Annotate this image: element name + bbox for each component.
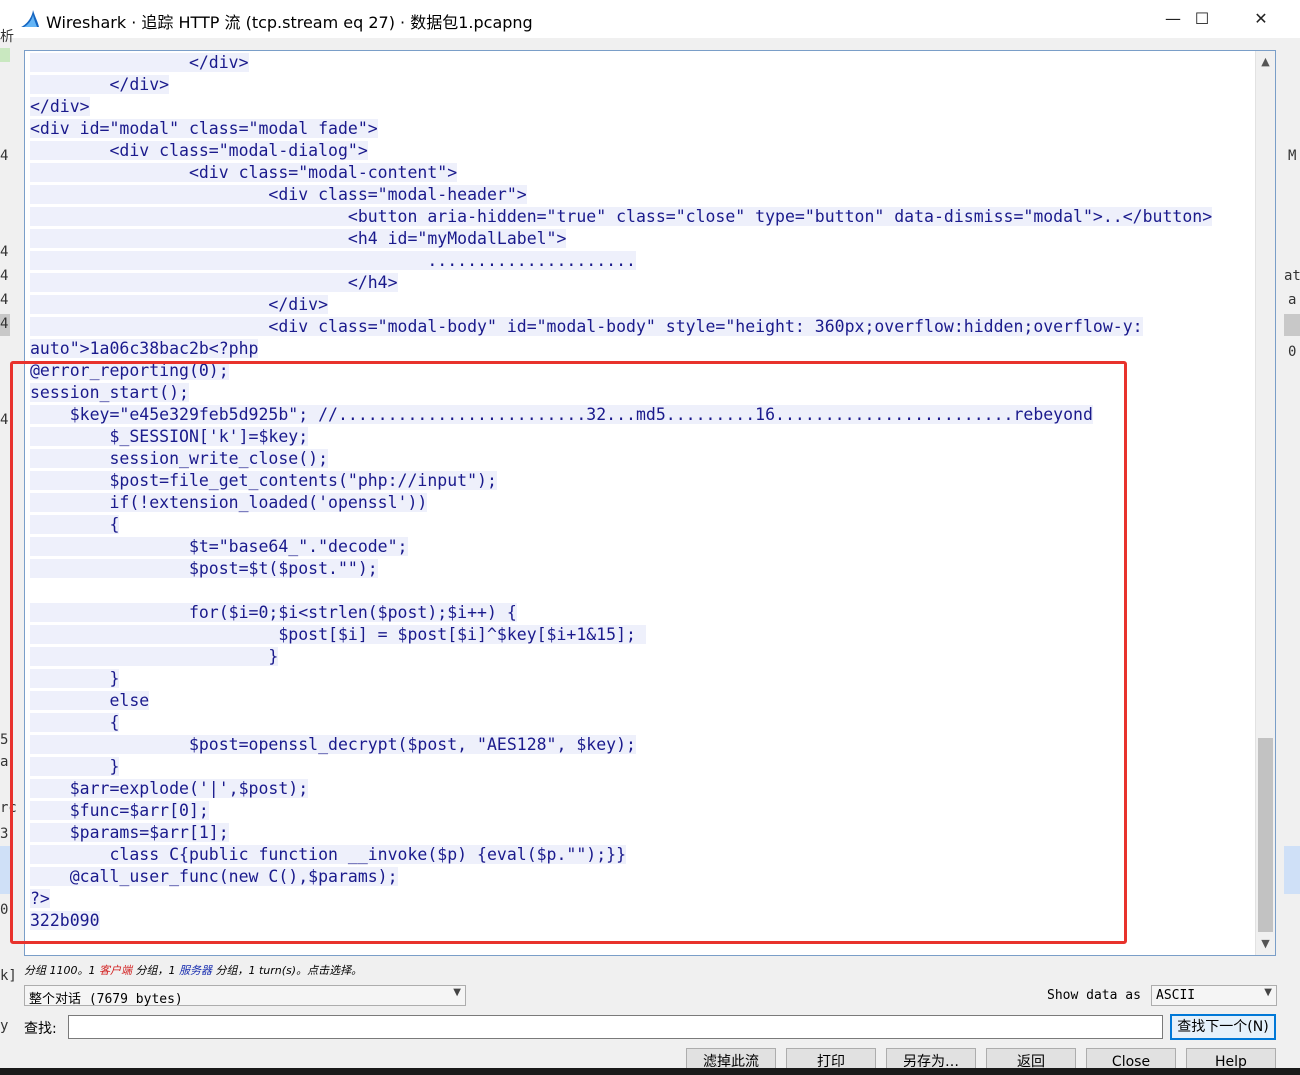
stream-line-text: </div> — [30, 295, 329, 314]
packet-summary[interactable]: 分组 1100。1 客户端 分组，1 服务器 分组，1 turn(s)。点击选择… — [24, 962, 362, 978]
stream-line-text: <div class="modal-content"> — [30, 163, 458, 182]
find-input[interactable] — [68, 1015, 1163, 1039]
background-text-fragment: a — [0, 754, 9, 770]
taskbar-edge — [0, 1068, 1300, 1075]
background-text-fragment: 4 — [0, 412, 9, 428]
stream-line-text: <div class="modal-header"> — [30, 185, 527, 204]
scroll-up-arrow-icon[interactable]: ▲ — [1256, 53, 1275, 71]
stream-line-text: <div class="modal-dialog"> — [30, 141, 368, 160]
background-text-fragment: 4 — [0, 316, 9, 332]
background-text-fragment: M — [1288, 148, 1297, 164]
stream-line: <div class="modal-body" id="modal-body" … — [30, 316, 1212, 338]
stream-line: </h4> — [30, 272, 1212, 294]
stream-line-text: </h4> — [30, 273, 398, 292]
stream-line-text: </div> — [30, 53, 249, 72]
stream-line: <div class="modal-header"> — [30, 184, 1212, 206]
vertical-scrollbar[interactable]: ▲ ▼ — [1255, 51, 1275, 955]
background-text-fragment: 析 — [0, 29, 14, 45]
background-text-fragment: 0 — [0, 902, 9, 918]
stream-line: <h4 id="myModalLabel"> — [30, 228, 1212, 250]
stream-line: auto">1a06c38bac2b<?php — [30, 338, 1212, 360]
stream-line: </div> — [30, 52, 1212, 74]
find-next-button[interactable]: 查找下一个(N) — [1170, 1014, 1276, 1040]
window-title: Wireshark · 追踪 HTTP 流 (tcp.stream eq 27)… — [46, 13, 533, 32]
show-data-label: Show data as — [1047, 988, 1141, 1003]
chevron-down-icon: ▼ — [1264, 987, 1272, 998]
background-text-fragment: at — [1284, 268, 1300, 284]
annotation-highlight-box — [10, 361, 1127, 944]
close-window-button[interactable]: ✕ — [1232, 0, 1290, 38]
client-label: 客户端 — [99, 964, 132, 977]
status-prefix: 分组 1100。1 — [24, 964, 99, 977]
find-label: 查找: — [24, 1021, 57, 1037]
scrollbar-thumb[interactable] — [1258, 738, 1273, 932]
server-label: 服务器 — [179, 964, 212, 977]
status-suffix: 分组，1 turn(s)。点击选择。 — [212, 964, 363, 977]
conversation-select-value: 整个对话 (7679 bytes) — [29, 992, 183, 1007]
stream-line: <div class="modal-content"> — [30, 162, 1212, 184]
background-text-fragment: 3 — [0, 826, 9, 842]
background-text-fragment: 5 — [0, 732, 9, 748]
stream-line-text: </div> — [30, 97, 90, 116]
stream-line-text: <div id="modal" class="modal fade"> — [30, 119, 378, 138]
conversation-select[interactable]: 整个对话 (7679 bytes) ▼ — [24, 985, 466, 1007]
stream-line-text: ..................... — [30, 251, 636, 270]
background-text-fragment: y — [0, 1018, 9, 1034]
stream-line-text: <button aria-hidden="true" class="close"… — [30, 207, 1213, 226]
status-middle: 分组，1 — [132, 964, 179, 977]
background-text-fragment: 4 — [0, 244, 9, 260]
scroll-down-arrow-icon[interactable]: ▼ — [1256, 935, 1275, 953]
wireshark-fin-icon — [21, 10, 39, 27]
background-window-right-edge: M at a 0 — [1282, 38, 1300, 1068]
stream-line-text: </div> — [30, 75, 170, 94]
stream-line: </div> — [30, 96, 1212, 118]
stream-line: ..................... — [30, 250, 1212, 272]
show-data-value: ASCII — [1156, 988, 1196, 1003]
stream-line-text: <h4 id="myModalLabel"> — [30, 229, 567, 248]
stream-line-text: <div class="modal-body" id="modal-body" … — [30, 317, 1143, 336]
stream-line-text: auto">1a06c38bac2b<?php — [30, 339, 259, 358]
background-text-fragment: 4 — [0, 268, 9, 284]
background-text-fragment: a — [1288, 292, 1297, 308]
background-text-fragment: 4 — [0, 292, 9, 308]
stream-line: <div id="modal" class="modal fade"> — [30, 118, 1212, 140]
background-text-fragment: 0 — [1288, 344, 1297, 360]
title-bar: Wireshark · 追踪 HTTP 流 (tcp.stream eq 27)… — [0, 0, 1300, 38]
background-text-fragment: 4 — [0, 148, 9, 164]
background-text-fragment: k] — [0, 968, 17, 984]
maximize-button[interactable]: ☐ — [1173, 0, 1231, 38]
stream-line: <div class="modal-dialog"> — [30, 140, 1212, 162]
stream-line: </div> — [30, 74, 1212, 96]
show-data-select[interactable]: ASCII ▼ — [1151, 985, 1277, 1006]
chevron-down-icon: ▼ — [453, 987, 461, 998]
stream-line: <button aria-hidden="true" class="close"… — [30, 206, 1213, 228]
stream-line: </div> — [30, 294, 1212, 316]
